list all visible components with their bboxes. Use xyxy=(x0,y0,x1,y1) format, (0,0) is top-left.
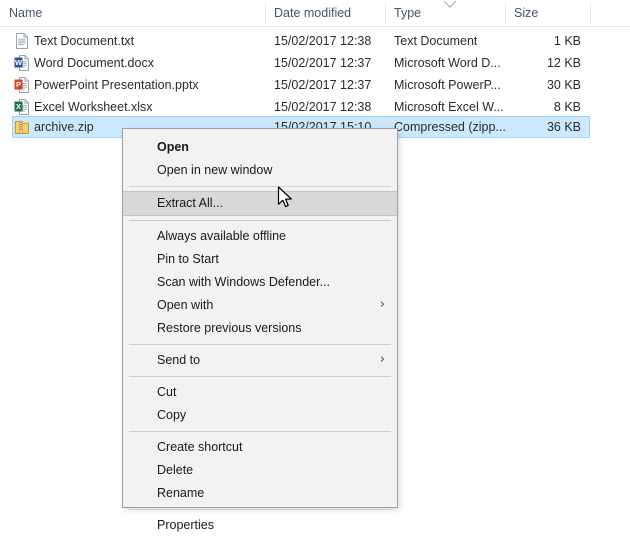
menu-item-open-with[interactable]: Open with › xyxy=(123,294,397,317)
menu-item-delete[interactable]: Delete xyxy=(123,459,397,482)
column-header-date-modified[interactable]: Date modified xyxy=(265,0,385,26)
cell-file-type: Microsoft Word D... xyxy=(394,56,501,70)
menu-separator xyxy=(129,376,391,377)
menu-item-create-shortcut[interactable]: Create shortcut xyxy=(123,436,397,459)
excel-file-icon: X xyxy=(14,99,30,115)
table-row[interactable]: X Excel Worksheet.xlsx 15/02/2017 12:38 … xyxy=(0,96,630,118)
menu-item-label: Always available offline xyxy=(157,229,287,243)
menu-item-scan-with-windows-defender[interactable]: Scan with Windows Defender... xyxy=(123,271,397,294)
menu-item-cut[interactable]: Cut xyxy=(123,381,397,404)
word-file-icon: W xyxy=(14,55,30,71)
cell-file-type: Microsoft Excel W... xyxy=(394,100,504,114)
menu-item-always-available-offline[interactable]: Always available offline xyxy=(123,225,397,248)
menu-separator xyxy=(129,509,391,510)
cell-file-size: 8 KB xyxy=(553,100,581,114)
cell-file-name: Text Document.txt xyxy=(34,34,135,48)
menu-item-label: Extract All... xyxy=(157,196,223,210)
cell-file-type: Microsoft PowerP... xyxy=(394,78,501,92)
menu-item-copy[interactable]: Copy xyxy=(123,404,397,427)
column-header-row: Name Date modified Type Size xyxy=(0,0,630,27)
menu-item-open[interactable]: Open xyxy=(123,136,397,159)
svg-text:X: X xyxy=(16,102,21,111)
column-header-name[interactable]: Name xyxy=(0,0,265,26)
cell-file-size: 12 KB xyxy=(546,56,581,70)
menu-item-restore-previous-versions[interactable]: Restore previous versions xyxy=(123,317,397,340)
menu-item-label: Copy xyxy=(157,408,187,422)
menu-item-label: Rename xyxy=(157,486,205,500)
column-header-size[interactable]: Size xyxy=(505,0,590,26)
chevron-down-icon xyxy=(443,0,457,9)
text-file-icon xyxy=(14,33,30,49)
cell-file-name: Excel Worksheet.xlsx xyxy=(34,100,153,114)
menu-separator xyxy=(129,186,391,187)
menu-item-label: Properties xyxy=(157,518,214,532)
menu-separator xyxy=(129,344,391,345)
menu-item-label: Send to xyxy=(157,353,201,367)
cell-file-type: Text Document xyxy=(394,34,478,48)
menu-item-rename[interactable]: Rename xyxy=(123,482,397,505)
menu-item-label: Scan with Windows Defender... xyxy=(157,275,330,289)
column-divider-4[interactable] xyxy=(590,3,591,24)
chevron-right-icon: › xyxy=(379,352,385,367)
powerpoint-file-icon: P xyxy=(14,77,30,93)
menu-item-label: Open in new window xyxy=(157,163,273,177)
menu-item-label: Cut xyxy=(157,385,177,399)
menu-item-send-to[interactable]: Send to › xyxy=(123,349,397,372)
cell-file-name: Word Document.docx xyxy=(34,56,154,70)
cell-file-size: 1 KB xyxy=(553,34,581,48)
cell-file-size: 30 KB xyxy=(546,78,581,92)
menu-top-padding xyxy=(123,129,397,136)
menu-item-label: Open with xyxy=(157,298,214,312)
menu-separator xyxy=(129,431,391,432)
cell-file-name: archive.zip xyxy=(34,120,94,134)
menu-item-label: Create shortcut xyxy=(157,440,243,454)
menu-separator xyxy=(129,220,391,221)
svg-text:P: P xyxy=(16,80,21,89)
cell-file-size: 36 KB xyxy=(546,120,581,134)
table-row[interactable]: W Word Document.docx 15/02/2017 12:37 Mi… xyxy=(0,52,630,74)
chevron-right-icon: › xyxy=(379,297,385,312)
cell-date-modified: 15/02/2017 12:38 xyxy=(274,100,372,114)
svg-text:W: W xyxy=(15,58,23,67)
menu-item-pin-to-start[interactable]: Pin to Start xyxy=(123,248,397,271)
menu-item-label: Delete xyxy=(157,463,194,477)
context-menu: Open Open in new window Extract All... A… xyxy=(122,128,398,532)
column-divider-2[interactable] xyxy=(385,3,386,24)
cell-date-modified: 15/02/2017 12:37 xyxy=(274,56,372,70)
menu-item-properties[interactable]: Properties xyxy=(123,514,397,537)
menu-item-extract-all[interactable]: Extract All... xyxy=(123,191,397,216)
menu-item-label: Restore previous versions xyxy=(157,321,302,335)
column-divider-1[interactable] xyxy=(265,3,266,24)
cell-file-name: PowerPoint Presentation.pptx xyxy=(34,78,199,92)
table-row[interactable]: Text Document.txt 15/02/2017 12:38 Text … xyxy=(0,30,630,52)
cell-date-modified: 15/02/2017 12:38 xyxy=(274,34,372,48)
menu-item-label: Pin to Start xyxy=(157,252,219,266)
menu-item-label: Open xyxy=(157,140,189,154)
menu-item-open-in-new-window[interactable]: Open in new window xyxy=(123,159,397,182)
cell-file-type: Compressed (zipp... xyxy=(394,120,506,134)
column-divider-3[interactable] xyxy=(505,3,506,24)
zip-file-icon xyxy=(14,119,30,135)
cell-date-modified: 15/02/2017 12:37 xyxy=(274,78,372,92)
table-row[interactable]: P PowerPoint Presentation.pptx 15/02/201… xyxy=(0,74,630,96)
